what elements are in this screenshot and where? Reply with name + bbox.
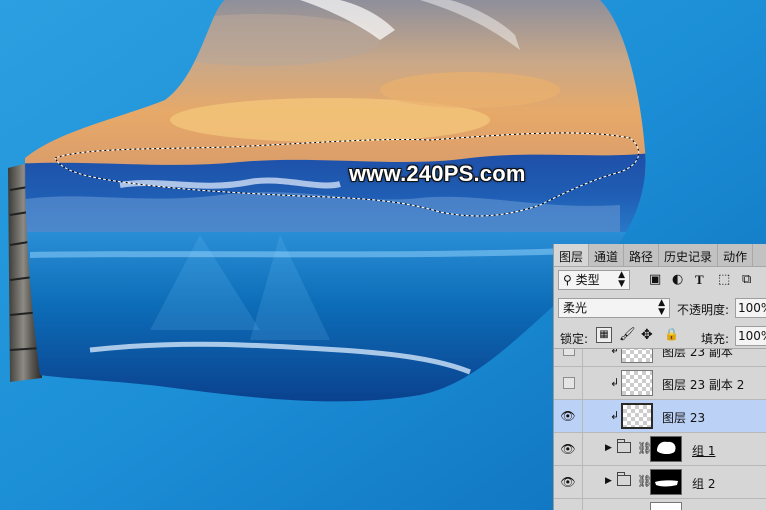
folder-icon [617,472,631,486]
type-filter-icon[interactable]: T [695,272,704,288]
tab-layers[interactable]: 图层 [554,244,590,266]
expand-triangle-icon[interactable]: ▶ [605,476,612,486]
tab-history[interactable]: 历史记录 [659,244,719,266]
visibility-toggle-empty[interactable] [563,349,575,356]
opacity-label: 不透明度: [677,303,730,317]
opacity-value: 100% [738,301,766,315]
tab-actions[interactable]: 动作 [718,244,754,266]
layer-thumbnail [621,370,653,396]
layer-filter-kind-select[interactable]: ⚲ 类型 ▲ ▼ [558,270,630,290]
eye-icon[interactable]: 👁 [560,442,576,456]
eye-icon[interactable]: 👁 [560,409,576,423]
updown-arrows-icon: ▲ ▼ [658,298,665,317]
eye-icon[interactable]: 👁 [560,475,576,489]
visibility-toggle-empty[interactable] [563,377,575,389]
image-filter-icon[interactable]: ▣ [649,272,661,287]
clipping-mask-icon: ↲ [610,376,620,389]
layer-name[interactable]: 图层 23 [662,409,705,426]
watermark-text: www.240PS.com [349,161,526,186]
clipping-mask-icon: ↲ [610,409,620,422]
layer-thumbnail [621,349,653,363]
layer-thumbnail [621,403,653,429]
lock-label: 锁定: [560,332,589,346]
lock-all-icon[interactable]: 🔒 [664,327,679,341]
layer-row-selected[interactable]: 👁 ↲ 图层 23 [554,400,766,433]
tab-paths[interactable]: 路径 [624,244,660,266]
filter-kind-label: 类型 [575,273,600,287]
opacity-input[interactable]: 100% [735,298,766,318]
group-name[interactable]: 组 2 [692,475,715,492]
tab-channels[interactable]: 通道 [589,244,625,266]
group-mask-thumbnail [650,469,682,495]
group-row[interactable]: 👁 ▶ ⛓ 组 2 [554,466,766,499]
layer-row[interactable]: ↲ 图层 23 副本 2 [554,367,766,400]
layer-row[interactable] [554,499,766,510]
updown-arrows-icon: ▲ ▼ [618,270,625,289]
lock-position-icon[interactable]: ✥ [641,327,653,343]
layer-thumbnail [650,502,682,510]
group-row[interactable]: 👁 ▶ ⛓ 组 1 [554,433,766,466]
fill-label: 填充: [701,332,730,346]
expand-triangle-icon[interactable]: ▶ [605,443,612,453]
lock-image-pixels-icon[interactable]: 🖌 [619,327,636,342]
layer-row[interactable]: ↲ 图层 23 副本 [554,348,766,367]
layers-panel: 图层 通道 路径 历史记录 动作 ⚲ 类型 ▲ ▼ ▣ ◐ T ⬚ ⧉ 柔光 ▲ ▼… [553,244,766,510]
shape-filter-icon[interactable]: ⬚ [718,272,730,287]
fill-value: 100% [738,329,766,343]
adjustment-filter-icon[interactable]: ◐ [672,272,683,287]
smart-object-filter-icon[interactable]: ⧉ [742,272,751,287]
fill-input[interactable]: 100% [735,326,766,346]
group-name[interactable]: 组 1 [692,442,715,459]
blend-mode-value: 柔光 [563,301,588,315]
clipping-mask-icon: ↲ [610,348,620,356]
search-icon: ⚲ [563,273,572,287]
layer-name[interactable]: 图层 23 副本 2 [662,376,744,393]
layer-name[interactable]: 图层 23 副本 [662,349,733,360]
lock-transparent-pixels-icon[interactable]: ▦ [596,327,612,343]
layers-list: ↲ 图层 23 副本 ↲ 图层 23 副本 2 👁 ↲ 图层 23 👁 ▶ ⛓ [554,348,766,510]
panel-tabs: 图层 通道 路径 历史记录 动作 [554,244,766,267]
blend-mode-select[interactable]: 柔光 ▲ ▼ [558,298,670,318]
folder-icon [617,439,631,453]
group-mask-thumbnail [650,436,682,462]
